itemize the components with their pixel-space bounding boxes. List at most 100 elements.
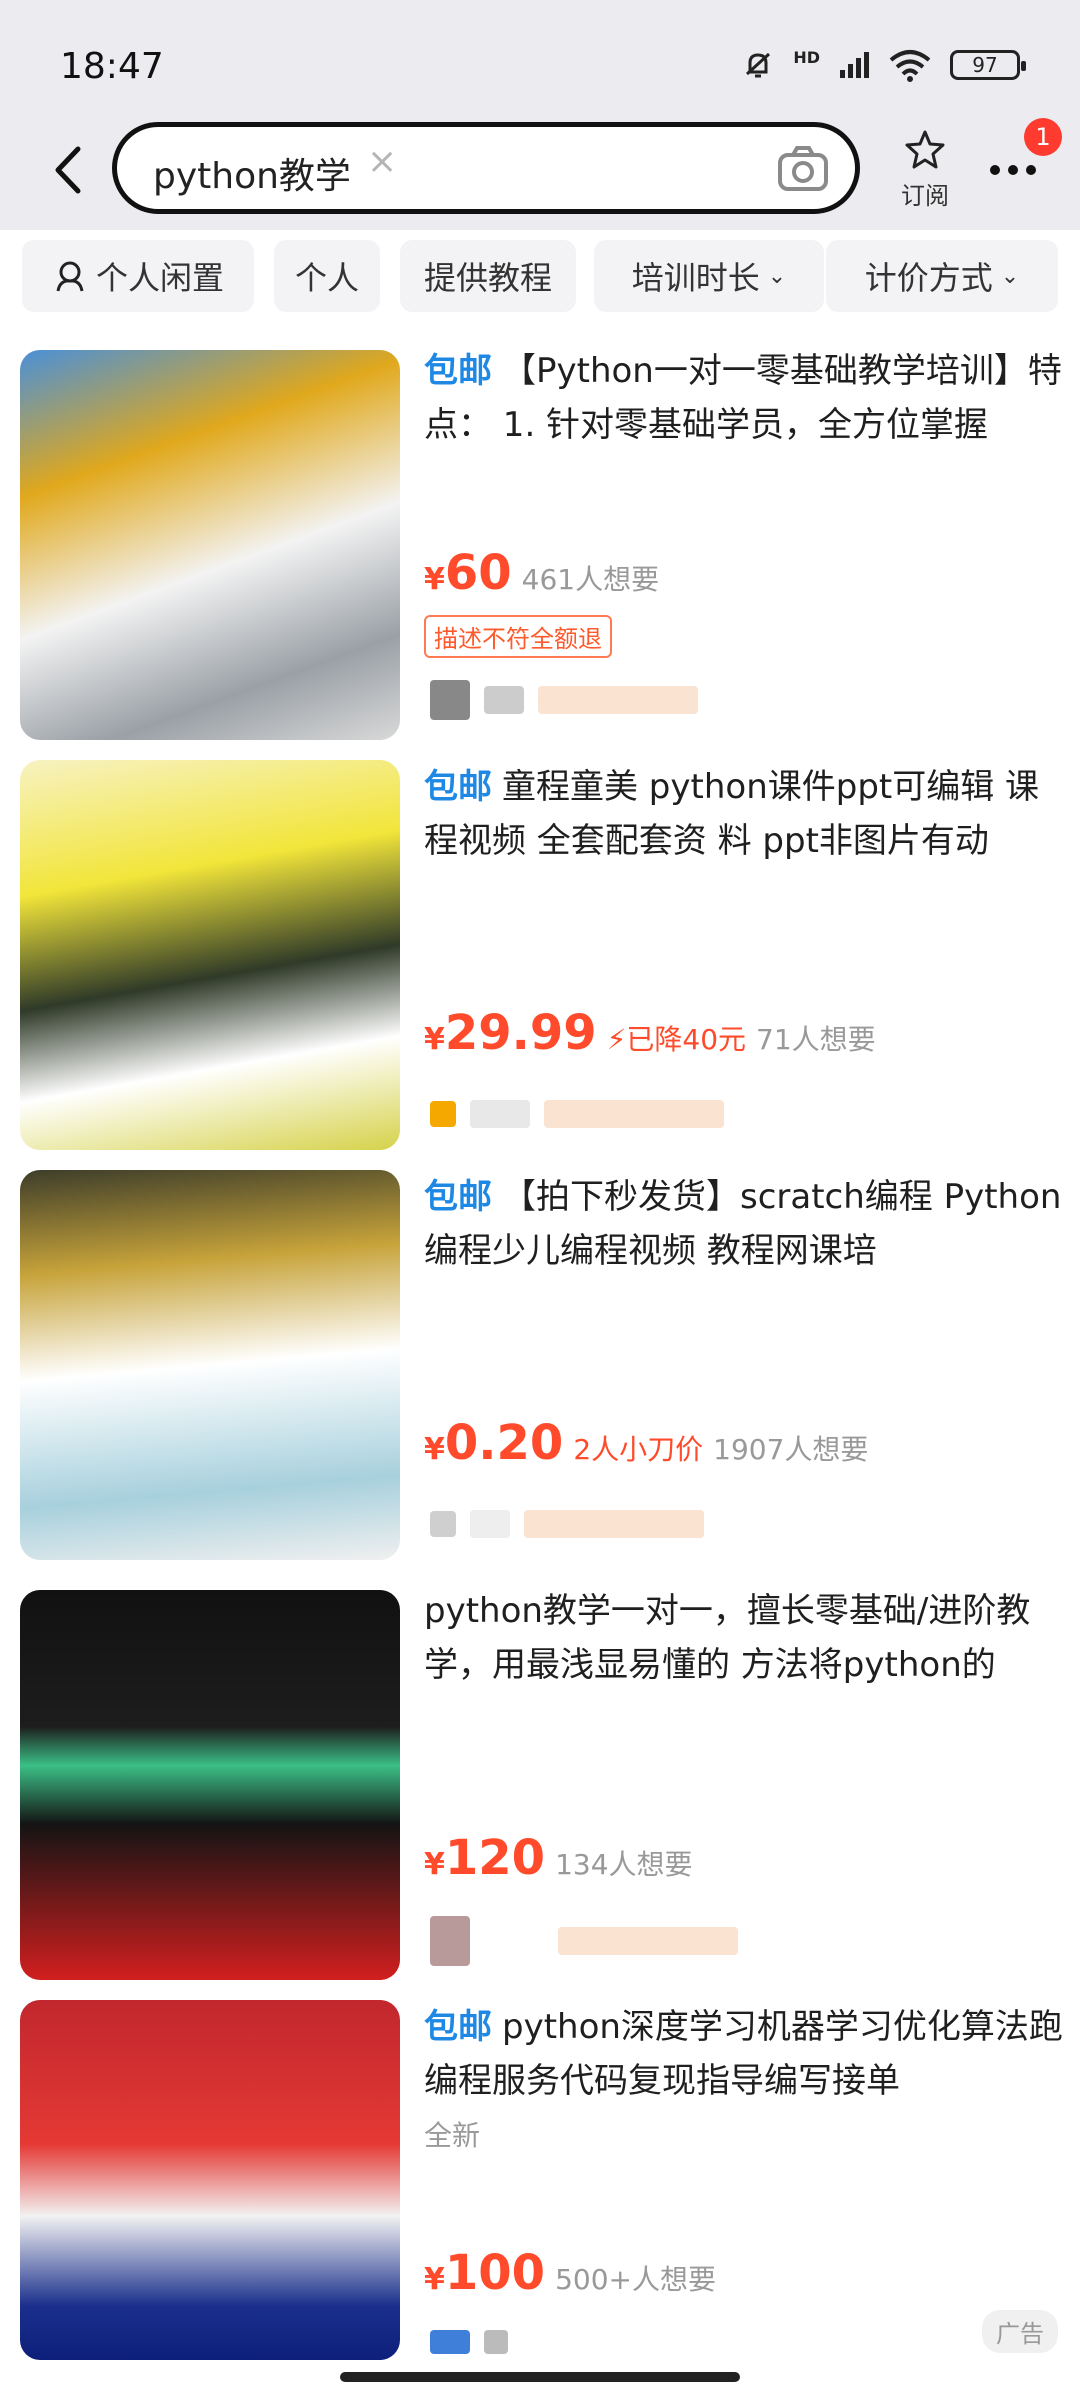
price-row: ¥0.20 2人小刀价 1907人想要: [424, 1415, 868, 1471]
chevron-down-icon: ⌄: [1000, 263, 1020, 289]
clear-search-icon[interactable]: ×: [367, 141, 397, 182]
seller-badge: [538, 686, 698, 714]
product-thumbnail[interactable]: [20, 350, 400, 740]
want-count: 1907人想要: [713, 1433, 869, 1466]
home-indicator[interactable]: [340, 2372, 740, 2382]
product-title[interactable]: python教学一对一，擅长零基础/进阶教学，用最浅显易懂的 方法将python…: [424, 1584, 1064, 1692]
back-button[interactable]: [42, 140, 92, 200]
price-row: ¥100 500+人想要: [424, 2245, 716, 2301]
avatar: [430, 2330, 470, 2354]
price: 120: [444, 1830, 546, 1886]
seller-badge: [544, 1100, 724, 1128]
item-condition: 全新: [424, 2119, 481, 2152]
want-count: 500+人想要: [555, 2263, 716, 2296]
price: 100: [444, 2245, 546, 2301]
signal-icon: [840, 52, 869, 78]
seller-info[interactable]: [430, 2330, 508, 2354]
product-info: python教学一对一，擅长零基础/进阶教学，用最浅显易懂的 方法将python…: [424, 1584, 1064, 1692]
product-thumbnail[interactable]: [20, 760, 400, 1150]
list-item[interactable]: 包邮 【Python一对一零基础教学培训】特点： 1. 针对零基础学员，全方位掌握…: [0, 340, 1080, 750]
price-row: ¥120 134人想要: [424, 1830, 693, 1886]
seller-name: [470, 1510, 510, 1538]
dot-icon: [1026, 165, 1036, 175]
seller-badge: [524, 1510, 704, 1538]
seller-name: [484, 1927, 544, 1955]
filter-chip-duration[interactable]: 培训时长 ⌄: [594, 240, 824, 312]
product-thumbnail[interactable]: [20, 2000, 400, 2360]
filter-bar: 个人闲置 个人 提供教程 培训时长 ⌄ 计价方式 ⌄: [0, 230, 1080, 330]
list-item[interactable]: 包邮 python深度学习机器学习优化算法跑编程服务代码复现指导编写接单 全新 ¥…: [0, 2000, 1080, 2360]
user-icon: [56, 261, 84, 292]
status-icons: HD 97: [741, 48, 1026, 82]
chevron-left-icon: [55, 146, 81, 194]
search-input[interactable]: python教学 ×: [112, 122, 860, 214]
product-thumbnail[interactable]: [20, 1170, 400, 1560]
want-count: 134人想要: [555, 1848, 693, 1881]
seller-info[interactable]: [430, 1916, 738, 1966]
dot-icon: [990, 165, 1000, 175]
refund-badge: 描述不符全额退: [424, 615, 612, 658]
price-drop: ⚡已降40元: [606, 1023, 747, 1056]
seller-info[interactable]: [430, 1100, 724, 1128]
filter-chip-label: 个人闲置: [95, 259, 224, 297]
price: 0.20: [444, 1415, 564, 1471]
camera-icon[interactable]: [777, 145, 829, 193]
status-bar: 18:47 HD 97: [0, 0, 1080, 120]
free-shipping-tag: 包邮: [424, 351, 492, 391]
currency-symbol: ¥: [424, 1432, 445, 1467]
battery-icon: 97: [950, 50, 1026, 80]
product-thumbnail[interactable]: [20, 1590, 400, 1980]
list-item[interactable]: python教学一对一，擅长零基础/进阶教学，用最浅显易懂的 方法将python…: [0, 1580, 1080, 1990]
star-pin-icon: [905, 130, 945, 169]
filter-chip-label: 个人: [294, 259, 359, 297]
filter-chip-tutorial[interactable]: 提供教程: [400, 240, 576, 312]
product-title[interactable]: 包邮 童程童美 python课件ppt可编辑 课程视频 全套配套资 料 ppt非图…: [424, 760, 1064, 868]
seller-name: [484, 686, 524, 714]
wifi-icon: [889, 50, 931, 82]
avatar: [430, 1101, 456, 1127]
price-row: ¥29.99 ⚡已降40元 71人想要: [424, 1005, 876, 1061]
product-info: 包邮 【Python一对一零基础教学培训】特点： 1. 针对零基础学员，全方位掌握: [424, 344, 1064, 452]
want-count: 461人想要: [521, 563, 660, 596]
currency-symbol: ¥: [424, 1847, 445, 1882]
avatar: [430, 680, 470, 720]
notification-badge: 1: [1024, 118, 1062, 156]
price-row: ¥60 461人想要: [424, 545, 659, 601]
bargain-note: 2人小刀价: [573, 1433, 704, 1466]
filter-chip-pricing[interactable]: 计价方式 ⌄: [826, 240, 1058, 312]
seller-name: [484, 2330, 508, 2354]
more-options-button[interactable]: [990, 150, 1046, 190]
product-title[interactable]: 包邮 【拍下秒发货】scratch编程 Python编程少儿编程视频 教程网课培: [424, 1170, 1064, 1278]
filter-chip-label: 提供教程: [423, 259, 552, 297]
chevron-down-icon: ⌄: [767, 263, 787, 289]
filter-chip-label: 培训时长: [631, 259, 760, 297]
subscribe-button[interactable]: 订阅: [890, 128, 960, 211]
filter-chip-label: 计价方式: [864, 259, 993, 297]
seller-name: [470, 1100, 530, 1128]
free-shipping-tag: 包邮: [424, 1177, 492, 1217]
search-header: python教学 × 订阅 1: [0, 118, 1080, 230]
ad-label: 广告: [982, 2310, 1058, 2353]
list-item[interactable]: 包邮 【拍下秒发货】scratch编程 Python编程少儿编程视频 教程网课培 …: [0, 1170, 1080, 1570]
filter-chip-personal[interactable]: 个人: [274, 240, 380, 312]
product-info: 包邮 童程童美 python课件ppt可编辑 课程视频 全套配套资 料 ppt非图…: [424, 760, 1064, 868]
product-title[interactable]: 包邮 python深度学习机器学习优化算法跑编程服务代码复现指导编写接单: [424, 2000, 1064, 2108]
currency-symbol: ¥: [424, 1022, 445, 1057]
status-time: 18:47: [60, 46, 164, 87]
avatar: [430, 1511, 456, 1537]
price: 29.99: [444, 1005, 597, 1061]
mute-bell-icon: [746, 52, 771, 78]
currency-symbol: ¥: [424, 562, 445, 597]
free-shipping-tag: 包邮: [424, 2007, 492, 2047]
filter-chip-personal-idle[interactable]: 个人闲置: [22, 240, 254, 312]
seller-info[interactable]: [430, 1510, 704, 1538]
product-title[interactable]: 包邮 【Python一对一零基础教学培训】特点： 1. 针对零基础学员，全方位掌握: [424, 344, 1064, 452]
product-info: 包邮 【拍下秒发货】scratch编程 Python编程少儿编程视频 教程网课培: [424, 1170, 1064, 1278]
subscribe-label: 订阅: [901, 182, 949, 210]
want-count: 71人想要: [756, 1023, 876, 1056]
free-shipping-tag: 包邮: [424, 767, 492, 807]
dot-icon: [1008, 165, 1018, 175]
list-item[interactable]: 包邮 童程童美 python课件ppt可编辑 课程视频 全套配套资 料 ppt非图…: [0, 760, 1080, 1160]
price: 60: [444, 545, 512, 601]
seller-info[interactable]: [430, 680, 698, 720]
